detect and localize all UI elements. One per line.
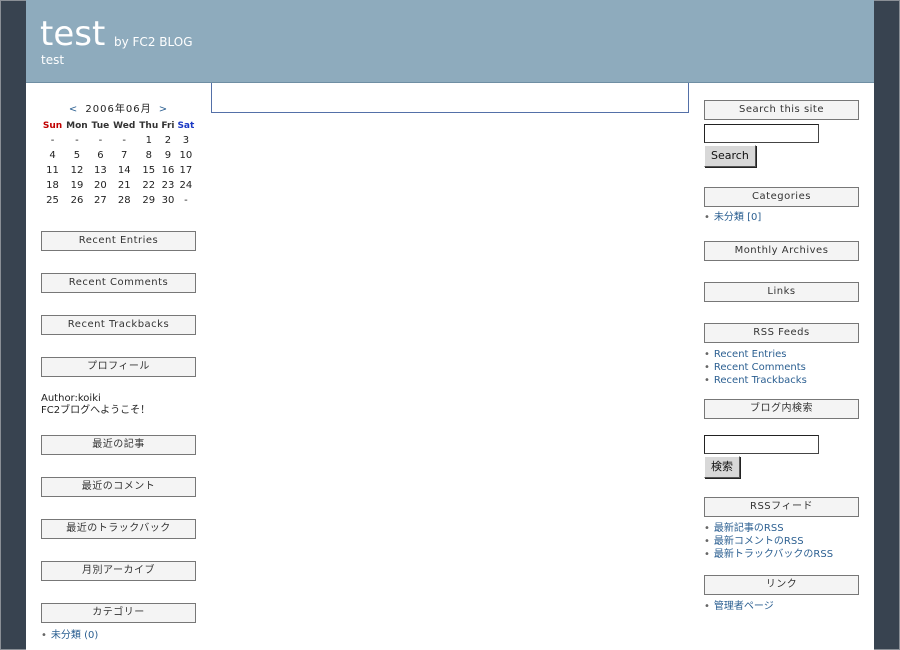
rss-feeds-title: RSS Feeds (704, 323, 859, 343)
rss-jp-link[interactable]: 最新記事のRSS (704, 522, 859, 535)
monthly-archive-title: 月別アーカイブ (41, 561, 196, 581)
calendar-month: 2006年06月 (85, 104, 152, 115)
calendar-day: - (98, 135, 103, 146)
search-button[interactable]: Search (704, 145, 756, 167)
profile-title: プロフィール (41, 357, 196, 377)
rss-link[interactable]: Recent Trackbacks (704, 374, 859, 387)
rss-jp-link[interactable]: 最新コメントのRSS (704, 535, 859, 548)
calendar-day: - (122, 135, 126, 146)
blog-search-title: ブログ内検索 (704, 399, 859, 419)
category-title: カテゴリー (41, 603, 196, 623)
weekday-header: Tue (91, 121, 110, 131)
recent-entries-title: Recent Entries (41, 231, 196, 251)
categories-list: 未分類 [0] (704, 211, 859, 224)
calendar-day: 17 (179, 165, 193, 176)
calendar-day: 19 (70, 180, 84, 191)
calendar-day: 8 (145, 150, 152, 161)
calendar-day: 12 (70, 165, 84, 176)
blog-search-button[interactable]: 検索 (704, 456, 740, 478)
profile-section: Author:koiki FC2ブログへようこそ！ (41, 393, 196, 417)
calendar-day: 18 (46, 180, 59, 191)
category-link[interactable]: 未分類 [0] (704, 211, 859, 224)
site-title[interactable]: test (40, 14, 105, 54)
calendar-day: 29 (142, 195, 156, 206)
rss-jp-title: RSSフィード (704, 497, 859, 517)
weekday-header: Thu (139, 121, 159, 131)
weekday-header: Fri (161, 121, 175, 131)
latest-comments-title: 最近のコメント (41, 477, 196, 497)
rss-link[interactable]: Recent Comments (704, 361, 859, 374)
calendar-day: 7 (121, 150, 128, 161)
calendar-week: 18 19 20 21 22 23 24 (41, 178, 196, 193)
calendar-day: 10 (179, 150, 193, 161)
search-title: Search this site (704, 100, 859, 120)
calendar-week: 25 26 27 28 29 30 - (41, 193, 196, 208)
calendar-day: 23 (161, 180, 175, 191)
calendar-day: 3 (182, 135, 190, 146)
calendar-day: 2 (164, 135, 172, 146)
calendar-week: - - - - 1 2 3 (41, 133, 196, 148)
weekday-header: Wed (113, 121, 136, 131)
right-sidebar: Search this site Search Categories 未分類 [… (704, 100, 859, 613)
calendar-day: 4 (49, 150, 56, 161)
calendar-nav: < 2006年06月 > (41, 100, 196, 115)
site-byline: by FC2 BLOG (114, 35, 193, 49)
blog-search-input[interactable] (704, 435, 819, 454)
monthly-archives-title: Monthly Archives (704, 241, 859, 261)
category-list: 未分類 (0) (41, 629, 196, 642)
calendar-week: 4 5 6 7 8 9 10 (41, 148, 196, 163)
calendar-day: - (75, 135, 79, 146)
calendar-day: 15 (142, 165, 156, 176)
calendar-day: 26 (70, 195, 84, 206)
admin-page-link[interactable]: 管理者ページ (704, 600, 859, 613)
calendar-next-link[interactable]: > (159, 104, 168, 115)
weekday-header: Sat (177, 121, 195, 131)
calendar-day: 27 (94, 195, 107, 206)
calendar-grid: Sun Mon Tue Wed Thu Fri Sat - - - - 1 2 … (41, 119, 196, 208)
calendar-day: 24 (179, 180, 193, 191)
calendar-day: 1 (145, 135, 152, 146)
calendar-day: 21 (117, 180, 131, 191)
category-link[interactable]: 未分類 (0) (41, 629, 196, 642)
profile-welcome: FC2ブログへようこそ！ (41, 405, 151, 416)
calendar-day: 30 (161, 195, 175, 206)
recent-trackbacks-title: Recent Trackbacks (41, 315, 196, 335)
rss-jp-list: 最新記事のRSS 最新コメントのRSS 最新トラックバックのRSS (704, 522, 859, 561)
profile-author: Author:koiki (41, 393, 101, 404)
latest-trackbacks-title: 最近のトラックバック (41, 519, 196, 539)
calendar-day: - (50, 135, 55, 146)
calendar-day: 28 (117, 195, 131, 206)
weekday-header: Sun (42, 121, 63, 131)
categories-title: Categories (704, 187, 859, 207)
calendar-prev-link[interactable]: < (69, 104, 78, 115)
calendar-day: 5 (73, 150, 81, 161)
links-title: Links (704, 282, 859, 302)
rss-feeds-list: Recent Entries Recent Comments Recent Tr… (704, 348, 859, 387)
link-jp-list: 管理者ページ (704, 600, 859, 613)
calendar-day: 14 (117, 165, 131, 176)
calendar-day: 25 (46, 195, 59, 206)
calendar: < 2006年06月 > Sun Mon Tue Wed Thu Fri Sat (41, 100, 196, 208)
recent-comments-title: Recent Comments (41, 273, 196, 293)
site-description: test (41, 53, 65, 67)
calendar-day: 22 (142, 180, 156, 191)
rss-jp-link[interactable]: 最新トラックバックのRSS (704, 548, 859, 561)
blog-header: test by FC2 BLOG test (26, 0, 874, 83)
blog-page: test by FC2 BLOG test < 2006年06月 > Sun M… (26, 0, 874, 650)
calendar-day: 6 (97, 150, 104, 161)
calendar-day: 9 (164, 150, 172, 161)
left-sidebar: < 2006年06月 > Sun Mon Tue Wed Thu Fri Sat (41, 83, 196, 642)
calendar-week: 11 12 13 14 15 16 17 (41, 163, 196, 178)
search-input[interactable] (704, 124, 819, 143)
weekday-header: Mon (66, 121, 88, 131)
link-jp-title: リンク (704, 575, 859, 595)
calendar-day: 11 (46, 165, 59, 176)
rss-link[interactable]: Recent Entries (704, 348, 859, 361)
main-content-box (211, 83, 689, 113)
calendar-day: - (184, 195, 188, 206)
calendar-day: 16 (161, 165, 175, 176)
calendar-day: 20 (94, 180, 107, 191)
calendar-day: 13 (94, 165, 107, 176)
latest-posts-title: 最近の記事 (41, 435, 196, 455)
